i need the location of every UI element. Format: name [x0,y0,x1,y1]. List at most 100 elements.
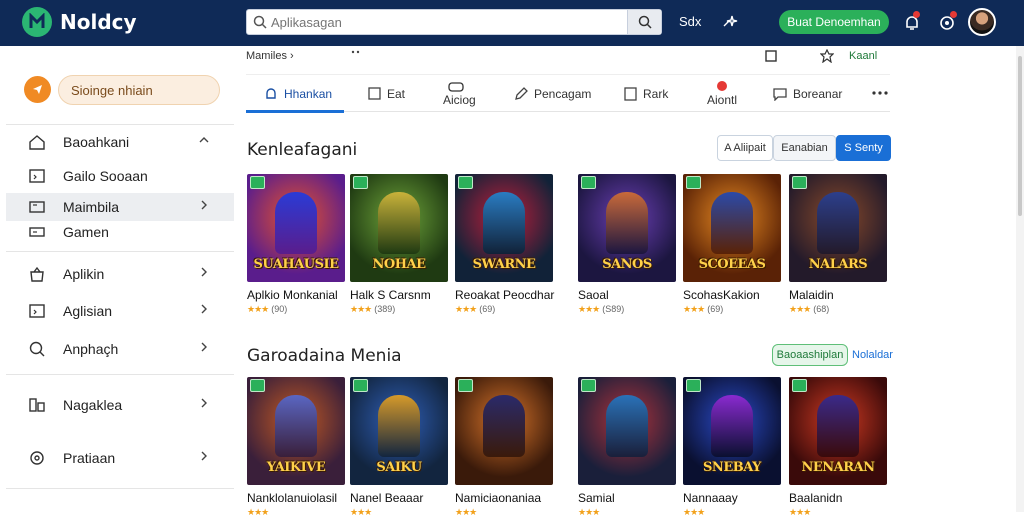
game-cover[interactable]: SAIKU [350,377,448,485]
cover-title: NOHAE [372,257,427,272]
tab-eat[interactable]: Eat [368,75,405,112]
sidebar-item-apps[interactable]: Aplikin [6,260,234,288]
sidebar-item-applications[interactable]: Aglisian [6,297,234,325]
game-title[interactable]: Namiciaonaniaa [455,491,565,505]
game-rating: ★★★ [683,507,707,518]
game-cover[interactable]: SUAHAUSIE [247,174,345,282]
rating-count: (389) [374,304,396,314]
search-bar [246,9,662,35]
game-cover[interactable]: NENARAN [789,377,887,485]
game-title[interactable]: Malaidin [789,288,899,302]
game-title[interactable]: Samial [578,491,688,505]
game-title[interactable]: Saoal [578,288,688,302]
game-title[interactable]: Reoakat Peocdhar [455,288,565,302]
character-art [606,395,648,457]
cover-title: NALARS [808,257,868,272]
platform-badge-icon [792,176,807,189]
more-icon[interactable] [872,91,888,95]
tab-rark[interactable]: Rark [624,75,668,112]
game-cover[interactable]: NALARS [789,174,887,282]
filter-chip[interactable]: Eanabian [773,135,836,161]
search-button[interactable] [627,10,661,34]
platform-badge-icon [581,379,596,392]
user-avatar[interactable] [968,8,996,36]
promo-icon[interactable] [24,76,51,103]
notification-badge [913,11,920,18]
sidebar-item-active[interactable]: Maimbila [6,193,234,221]
section-title: Garoadaina Menia [247,346,402,366]
filter-chip[interactable]: A Aliipait [717,135,773,161]
filter-chip[interactable]: Baoaashiplan [772,344,848,366]
pencil-icon [515,86,528,100]
more-icon[interactable] [350,48,362,56]
sidebar-item-home[interactable]: Baoahkani [6,128,234,156]
cover-title: SUAHAUSIE [253,257,340,272]
star-rating-icon: ★★★ [247,304,269,314]
game-rating: ★★★ [455,507,479,518]
settings-icon[interactable] [820,49,834,63]
breadcrumb[interactable]: Mamiles › [246,50,294,62]
game-rating: ★★★ (69) [683,304,723,315]
tag-icon [29,201,45,213]
game-title[interactable]: ScohasKakion [683,288,793,302]
grid-icon[interactable] [765,50,777,62]
game-title[interactable]: Aplkio Monkanial [247,288,357,302]
game-cover[interactable]: SCOEEAS [683,174,781,282]
brand-logo-icon [22,7,52,37]
top-link[interactable]: Sdx [679,14,701,29]
star-rating-icon: ★★★ [455,507,477,517]
game-title[interactable]: Baalanidn [789,491,899,505]
game-cover[interactable]: SWARNE [455,174,553,282]
filter-chip-active[interactable]: S Senty [836,135,891,161]
game-cover[interactable]: SNEBAY [683,377,781,485]
see-more-link[interactable]: Nolaldar [852,349,893,361]
scrollbar-thumb[interactable] [1018,56,1022,216]
game-rating: ★★★ [247,507,271,518]
star-rating-icon: ★★★ [578,304,600,314]
character-art [483,395,525,457]
character-art [606,192,648,254]
cover-title: YAIKIVE [266,460,326,475]
sidebar-item-games[interactable]: Gailo Sooaan [6,162,234,190]
star-rating-icon: ★★★ [683,304,705,314]
platform-badge-icon [458,176,473,189]
page-scrollbar[interactable] [1016,46,1024,512]
sparkle-icon[interactable] [720,12,740,32]
tab-boreanar[interactable]: Boreanar [773,75,842,112]
search-input[interactable] [271,13,641,31]
rating-count: (69) [707,304,724,314]
cover-title: SCOEEAS [698,257,766,272]
game-cover[interactable] [578,377,676,485]
brand-logo[interactable]: Noldcy [22,6,137,38]
game-title[interactable]: Nanel Beaaar [350,491,460,505]
create-button[interactable]: Buat Denoemhan [779,10,889,34]
game-cover[interactable]: YAIKIVE [247,377,345,485]
rating-count: (90) [271,304,288,314]
game-rating: ★★★ (68) [789,304,829,315]
sidebar-item-gamen[interactable]: Gamen [6,218,234,246]
tab-pencagam[interactable]: Pencagam [514,75,591,112]
window-icon [29,304,45,318]
tab-aiontl[interactable]: Aiontl [707,75,737,112]
tab-aiciog[interactable]: Aiciog [443,75,476,112]
sidebar-item-library[interactable]: Nagaklea [6,391,234,419]
gear-icon [30,451,44,465]
game-title[interactable]: Nanklolanuiolasil [247,491,357,505]
character-art [483,192,525,254]
game-cover[interactable]: SANOS [578,174,676,282]
game-rating: ★★★ [578,507,602,518]
chevron-right-icon [201,267,207,277]
game-title[interactable]: Nannaaay [683,491,793,505]
sidebar-item-settings[interactable]: Pratiaan [6,444,234,472]
game-cover[interactable] [455,377,553,485]
tab-badge [717,80,728,91]
tab-home[interactable]: Hhankan [264,75,332,112]
breadcrumb-link[interactable]: Kaanl [849,50,877,62]
game-title[interactable]: Halk S Carsnm [350,288,460,302]
sidebar-item-label: Maimbila [63,199,120,215]
bag-icon [30,266,44,282]
promo-pill[interactable]: Sioinge nhiain [58,75,220,105]
sidebar-item-search[interactable]: Anphaçh [6,335,234,363]
game-cover[interactable]: NOHAE [350,174,448,282]
home-icon [29,135,45,150]
